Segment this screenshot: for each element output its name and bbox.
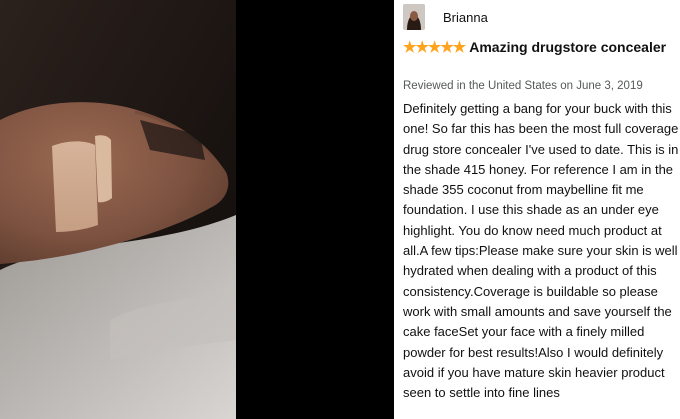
review-photo[interactable] xyxy=(0,0,236,419)
review-title-row: ★★★★★ Amazing drugstore concealer xyxy=(403,37,680,58)
star-rating[interactable]: ★★★★★ xyxy=(403,38,466,58)
concealer-swatch-photo xyxy=(0,0,236,419)
reviewer-name[interactable]: Brianna xyxy=(443,10,488,25)
reviewer-profile[interactable]: Brianna xyxy=(403,4,488,30)
image-border xyxy=(236,0,394,419)
review-title[interactable]: Amazing drugstore concealer xyxy=(469,39,666,55)
avatar[interactable] xyxy=(403,4,425,30)
avatar-image xyxy=(403,4,425,30)
review-card: Brianna ★★★★★ Amazing drugstore concealer… xyxy=(403,0,680,419)
review-body: Definitely getting a bang for your buck … xyxy=(403,101,679,401)
review-date: Reviewed in the United States on June 3,… xyxy=(403,80,643,92)
